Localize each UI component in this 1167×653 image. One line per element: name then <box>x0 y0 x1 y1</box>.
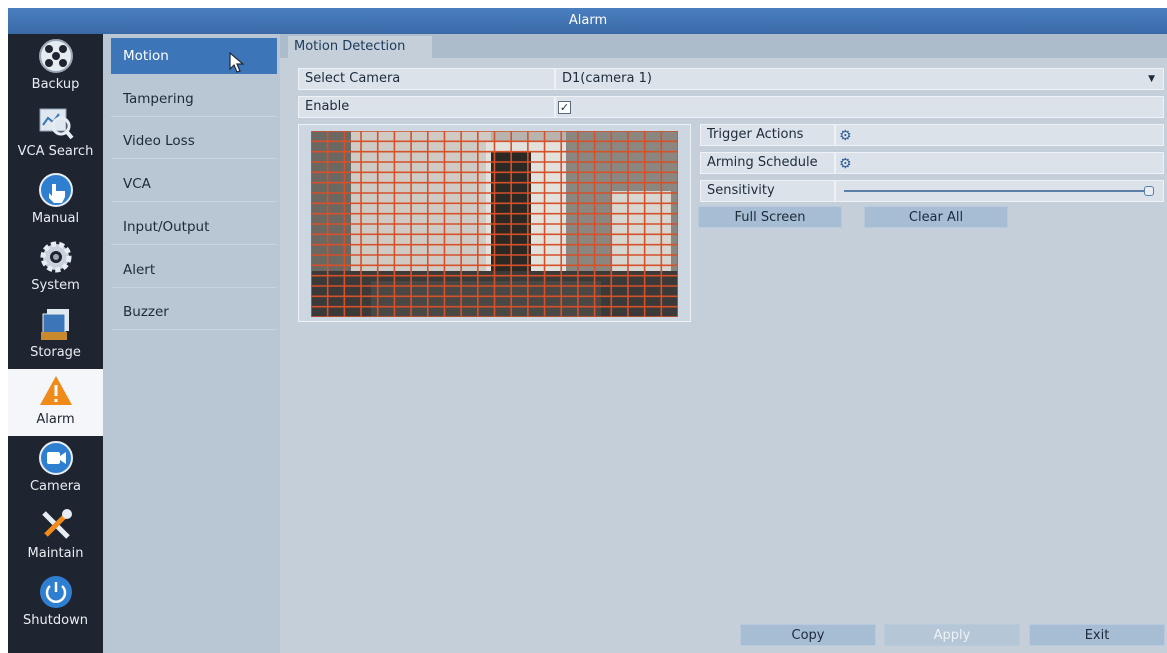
submenu-alert[interactable]: Alert <box>111 252 277 288</box>
sensitivity-slider-track[interactable] <box>844 190 1154 192</box>
nav-label: Camera <box>29 479 82 494</box>
nav-label: Shutdown <box>23 613 88 628</box>
select-camera-label: Select Camera <box>298 68 555 90</box>
nav-label: Alarm <box>36 412 75 427</box>
clear-all-button[interactable]: Clear All <box>864 206 1008 228</box>
nav-alarm[interactable]: Alarm <box>8 369 103 436</box>
nav-backup[interactable]: Backup <box>8 34 103 101</box>
main-panel: Motion Detection Select Camera D1(camera… <box>280 34 1167 653</box>
submenu-label: Buzzer <box>123 304 169 320</box>
submenu-tampering[interactable]: Tampering <box>111 81 277 117</box>
submenu-buzzer[interactable]: Buzzer <box>111 294 277 330</box>
backup-icon <box>39 39 73 73</box>
arming-schedule-label: Arming Schedule <box>700 152 835 174</box>
nav-camera[interactable]: Camera <box>8 436 103 503</box>
tab-bar: Motion Detection <box>280 34 1167 58</box>
nav-shutdown[interactable]: Shutdown <box>8 570 103 637</box>
apply-button[interactable]: Apply <box>884 624 1020 646</box>
nav-label: System <box>31 278 80 293</box>
full-screen-button[interactable]: Full Screen <box>698 206 842 228</box>
sensitivity-slider-handle[interactable] <box>1144 186 1154 196</box>
preview-frame <box>298 124 691 322</box>
motion-detection-area[interactable] <box>311 131 678 317</box>
mouse-cursor-icon <box>229 52 245 73</box>
camera-select-value: D1(camera 1) <box>562 71 652 86</box>
motion-grid-overlay <box>311 131 678 317</box>
alarm-submenu: Motion Tampering Video Loss VCA Input/Ou… <box>103 34 280 653</box>
system-icon <box>40 241 72 273</box>
submenu-video-loss[interactable]: Video Loss <box>111 123 277 159</box>
alarm-icon <box>40 376 72 405</box>
nav-label: Backup <box>31 77 80 92</box>
shutdown-icon <box>40 576 72 608</box>
manual-icon <box>39 173 73 207</box>
maintain-icon <box>42 509 72 539</box>
sensitivity-row <box>835 180 1164 202</box>
submenu-label: Tampering <box>123 91 194 107</box>
window-title: Alarm <box>568 13 608 28</box>
nav-maintain[interactable]: Maintain <box>8 503 103 570</box>
copy-button[interactable]: Copy <box>740 624 876 646</box>
camera-icon <box>39 441 73 475</box>
trigger-actions-label: Trigger Actions <box>700 124 835 146</box>
nav-label: Manual <box>31 211 80 226</box>
storage-icon <box>41 309 69 340</box>
window-title-bar: Alarm <box>8 8 1167 34</box>
nav-manual[interactable]: Manual <box>8 168 103 235</box>
nav-label: Maintain <box>27 546 84 561</box>
main-navigation: Backup VCA Search Manual System Storage … <box>8 34 103 653</box>
chevron-down-icon: ▼ <box>1148 74 1155 84</box>
nav-label: VCA Search <box>17 144 94 159</box>
nav-label: Storage <box>30 345 81 360</box>
camera-select[interactable]: D1(camera 1) ▼ <box>555 68 1164 90</box>
submenu-vca[interactable]: VCA <box>111 166 277 202</box>
submenu-input-output[interactable]: Input/Output <box>111 209 277 245</box>
enable-label: Enable <box>298 96 555 118</box>
trigger-actions-row: ⚙ <box>835 124 1164 146</box>
nav-system[interactable]: System <box>8 235 103 302</box>
nav-vca-search[interactable]: VCA Search <box>8 101 103 168</box>
submenu-label: Input/Output <box>123 219 210 235</box>
arming-schedule-row: ⚙ <box>835 152 1164 174</box>
submenu-motion[interactable]: Motion <box>111 38 277 74</box>
tab-motion-detection[interactable]: Motion Detection <box>288 36 432 58</box>
submenu-label: Video Loss <box>123 133 195 149</box>
exit-button[interactable]: Exit <box>1029 624 1165 646</box>
gear-icon[interactable]: ⚙ <box>839 154 852 174</box>
submenu-label: VCA <box>123 176 151 192</box>
submenu-label: Motion <box>123 48 169 64</box>
nav-storage[interactable]: Storage <box>8 302 103 369</box>
gear-icon[interactable]: ⚙ <box>839 126 852 146</box>
sensitivity-label: Sensitivity <box>700 180 835 202</box>
vca-search-icon <box>39 108 74 140</box>
submenu-label: Alert <box>123 262 156 278</box>
enable-row: ✓ <box>555 96 1164 118</box>
enable-checkbox[interactable]: ✓ <box>558 101 571 114</box>
